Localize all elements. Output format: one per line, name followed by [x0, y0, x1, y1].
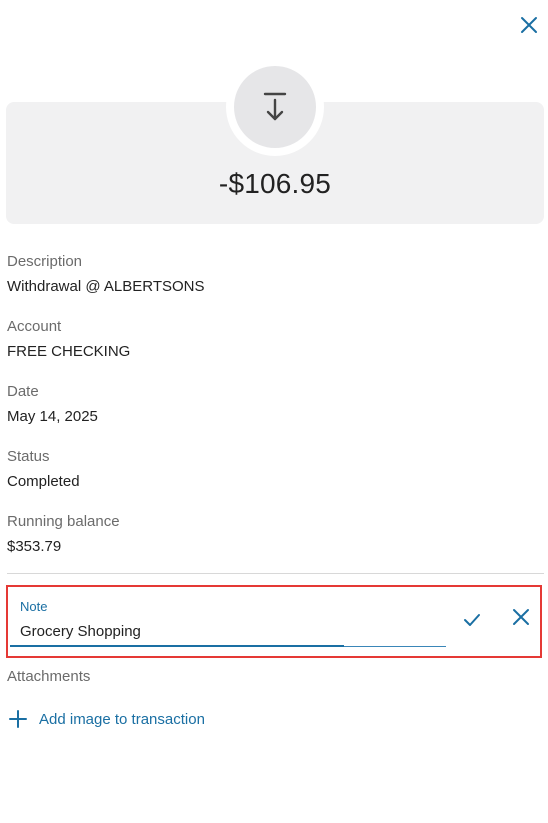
note-editor: Note	[6, 585, 542, 658]
transaction-detail-panel: -$106.95 Description Withdrawal @ ALBERT…	[0, 0, 548, 823]
note-label: Note	[20, 599, 48, 614]
checkmark-icon[interactable]	[461, 609, 483, 631]
plus-icon	[9, 710, 27, 728]
date-value: May 14, 2025	[7, 408, 98, 425]
note-underline-active	[10, 645, 344, 647]
attachments-label: Attachments	[7, 668, 91, 685]
status-value: Completed	[7, 473, 80, 490]
withdrawal-arrow-icon	[234, 66, 316, 148]
running-balance-value: $353.79	[7, 538, 62, 555]
description-field: Description Withdrawal @ ALBERTSONS	[7, 252, 205, 297]
cancel-note-icon[interactable]	[510, 606, 532, 628]
account-label: Account	[7, 318, 62, 335]
date-field: Date May 14, 2025	[7, 382, 98, 427]
status-field: Status Completed	[7, 447, 80, 492]
transaction-amount: -$106.95	[218, 168, 332, 199]
add-image-label: Add image to transaction	[39, 710, 205, 728]
add-image-button[interactable]: Add image to transaction	[9, 710, 205, 728]
running-balance-label: Running balance	[7, 513, 120, 530]
account-value: FREE CHECKING	[7, 343, 131, 360]
description-value: Withdrawal @ ALBERTSONS	[7, 278, 205, 295]
close-icon[interactable]	[518, 14, 540, 36]
status-label: Status	[7, 448, 50, 465]
description-label: Description	[7, 253, 83, 270]
divider	[7, 573, 544, 574]
note-input[interactable]	[20, 619, 446, 643]
account-field: Account FREE CHECKING	[7, 317, 130, 362]
date-label: Date	[7, 383, 39, 400]
running-balance-field: Running balance $353.79	[7, 512, 120, 557]
